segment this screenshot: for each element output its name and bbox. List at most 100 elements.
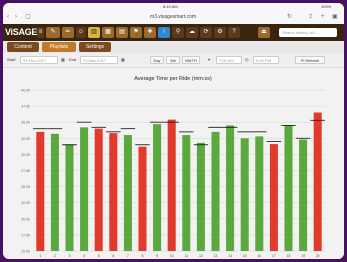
- bar[interactable]: [50, 133, 59, 251]
- bar[interactable]: [226, 125, 235, 251]
- reload-icon[interactable]: ↻: [287, 13, 292, 21]
- month-button[interactable]: MNTH: [182, 56, 200, 64]
- bar[interactable]: [182, 135, 191, 251]
- y-tick-label: 15.00: [21, 250, 30, 254]
- day-button[interactable]: Day: [150, 56, 164, 64]
- filter-bar: Start 01-Nov-2017 ▦ End 10-Nov-2017 ▦ Da…: [3, 53, 344, 68]
- x-tick-label: 14: [228, 254, 232, 258]
- grid-icon[interactable]: ▦: [102, 27, 114, 38]
- bar[interactable]: [167, 119, 176, 252]
- chart-icon[interactable]: ▥: [88, 27, 100, 38]
- y-tick-label: 25.00: [21, 185, 30, 189]
- bar[interactable]: [138, 146, 147, 251]
- pin-icon[interactable]: ✚: [144, 27, 156, 38]
- x-tick-label: 7: [127, 254, 129, 258]
- x-tick-label: 20: [316, 254, 320, 258]
- tabs-icon[interactable]: ▣: [332, 13, 338, 21]
- search-icon[interactable]: ⚲: [172, 27, 184, 38]
- start-date-field[interactable]: 01-Nov-2017: [20, 56, 58, 64]
- x-tick-label: 2: [54, 254, 56, 258]
- end-date-field[interactable]: 10-Nov-2017: [80, 56, 118, 64]
- y-tick-label: 30.00: [21, 153, 30, 157]
- bookmarks-icon[interactable]: ▢: [25, 13, 31, 21]
- cloud-icon[interactable]: ☁: [186, 27, 198, 38]
- tablet-screen: 8:10 AM 100% ‹ › ▢ m3.visagesmart.com ↻ …: [3, 3, 344, 259]
- refresh-label: Refresh: [305, 58, 320, 63]
- x-tick-label: 5: [98, 254, 100, 258]
- x-tick-label: 3: [69, 254, 71, 258]
- add-tab-icon[interactable]: +: [321, 13, 325, 21]
- x-tick-label: 4: [83, 254, 85, 258]
- x-tick-label: 9: [156, 254, 158, 258]
- calendar-icon[interactable]: ▦: [61, 57, 65, 63]
- search-input[interactable]: Search history, ALL...: [279, 28, 337, 37]
- calendar-icon[interactable]: ▦: [121, 57, 125, 63]
- bar[interactable]: [123, 135, 132, 251]
- bar[interactable]: [240, 138, 249, 251]
- tab-settings[interactable]: Settings: [79, 42, 111, 52]
- battery-indicator: 100%: [321, 4, 332, 9]
- bar[interactable]: [153, 124, 162, 251]
- bar[interactable]: [284, 125, 293, 251]
- menu-icon[interactable]: ≡: [37, 27, 44, 38]
- y-tick-label: 37.50: [21, 105, 30, 109]
- forward-icon[interactable]: ›: [15, 13, 17, 21]
- refresh-button[interactable]: ⟳ Refresh: [295, 56, 325, 64]
- flag-icon[interactable]: ⚑: [130, 27, 142, 38]
- refresh-icon[interactable]: ⟳: [200, 27, 212, 38]
- share-icon[interactable]: ⇪: [308, 13, 313, 21]
- y-tick-label: 17.50: [21, 233, 30, 237]
- start-label: Start: [7, 57, 16, 62]
- bar[interactable]: [65, 144, 74, 251]
- status-bar: 8:10 AM 100%: [3, 3, 344, 10]
- chart-title: Average Time per Ride (mm:ss): [134, 76, 212, 82]
- x-tick-label: 13: [214, 254, 218, 258]
- visage-logo: ViSAGE: [5, 27, 38, 37]
- map-pin-icon[interactable]: ⌖: [208, 57, 210, 63]
- exit-icon[interactable]: ⏏: [258, 27, 270, 38]
- x-tick-label: 6: [112, 254, 114, 258]
- end-time-field[interactable]: 6:00 PM: [253, 56, 279, 64]
- x-tick-label: 19: [301, 254, 305, 258]
- bar[interactable]: [211, 131, 220, 251]
- x-tick-label: 10: [170, 254, 174, 258]
- info-icon[interactable]: i: [158, 27, 170, 38]
- x-tick-label: 12: [199, 254, 203, 258]
- user-icon[interactable]: ☺: [76, 27, 86, 38]
- bar[interactable]: [109, 133, 118, 251]
- end-label: End: [69, 57, 77, 62]
- bar[interactable]: [313, 112, 322, 251]
- x-tick-label: 11: [184, 254, 188, 258]
- y-tick-label: 22.50: [21, 201, 30, 205]
- x-tick-label: 16: [257, 254, 261, 258]
- bar[interactable]: [269, 144, 278, 251]
- bar[interactable]: [36, 131, 45, 251]
- bar[interactable]: [80, 127, 89, 251]
- status-time: 8:10 AM: [163, 4, 178, 9]
- clock-icon[interactable]: ◷: [245, 57, 249, 63]
- app-toolbar: ViSAGE ≡ ✎ ✏ ☺ ▥ ▦ ▤ ⚑ ✚ i ⚲ ☁ ⟳ ⚙ ? ⏏ S…: [3, 24, 344, 41]
- x-tick-label: 18: [287, 254, 291, 258]
- tab-content[interactable]: Content: [7, 42, 39, 52]
- week-button[interactable]: Wk: [166, 56, 180, 64]
- help-icon[interactable]: ?: [228, 27, 240, 38]
- bar-chart: Average Time per Ride (mm:ss) 1234567891…: [21, 76, 325, 258]
- pencil-icon[interactable]: ✏: [62, 27, 74, 38]
- url-field[interactable]: m3.visagesmart.com: [123, 13, 223, 21]
- bar[interactable]: [94, 128, 103, 251]
- start-time-field[interactable]: 7:00 AM: [216, 56, 242, 64]
- y-tick-label: 32.50: [21, 137, 30, 141]
- tab-playlists[interactable]: Playlists: [42, 42, 76, 52]
- x-tick-label: 8: [142, 254, 144, 258]
- x-tick-label: 1: [39, 254, 41, 258]
- calendar-icon[interactable]: ▤: [116, 27, 128, 38]
- bar[interactable]: [299, 139, 308, 251]
- bar[interactable]: [196, 142, 205, 251]
- y-tick-label: 35.00: [21, 121, 30, 125]
- gear-icon[interactable]: ⚙: [214, 27, 226, 38]
- y-tick-label: 20.00: [21, 217, 30, 221]
- edit-icon[interactable]: ✎: [46, 27, 60, 38]
- back-icon[interactable]: ‹: [7, 13, 9, 21]
- x-tick-label: 15: [243, 254, 247, 258]
- bar[interactable]: [255, 136, 264, 251]
